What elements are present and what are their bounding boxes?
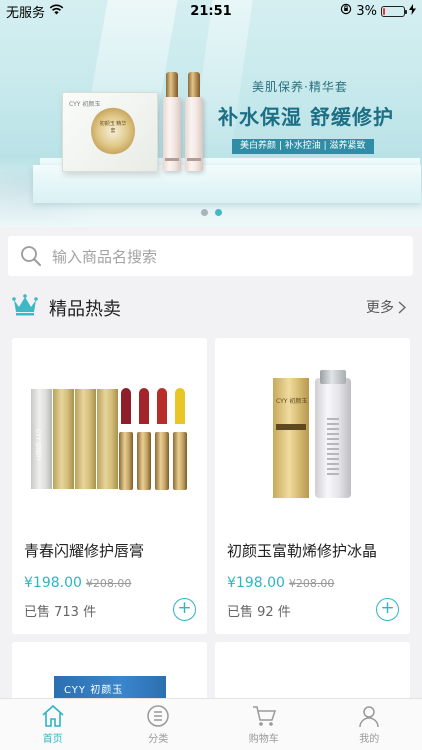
product-card[interactable]: CYY 初颜玉 初颜玉富勒烯修护冰晶 ¥198.00 ¥208.00 已售 92… [215,338,410,634]
lipstick-box [53,389,74,489]
pagination-dot[interactable] [200,209,208,216]
search-icon [21,246,41,266]
tab-label: 分类 [148,734,169,745]
tab-profile[interactable]: 我的 [317,699,422,750]
product-image[interactable]: CYY 初颜玉 [215,338,410,528]
original-price: ¥208.00 [85,577,132,590]
banner-title: 补水保湿 舒缓修护 [218,105,394,129]
serum-bottle [163,97,181,171]
lipstick-box: CYY 初颜玉 [31,389,52,489]
banner-pagination[interactable] [0,209,422,216]
tab-category[interactable]: 分类 [106,699,212,750]
current-price: ¥198.00 [24,575,82,591]
search-input[interactable]: 输入商品名搜索 [52,246,157,267]
status-right: 3% [340,3,416,19]
tab-cart[interactable]: 购物车 [211,699,317,750]
bottom-tab-bar: 首页 分类 购物车 我的 [0,698,422,750]
current-price: ¥198.00 [227,575,285,591]
banner-gift-box: CYY 初颜玉 初颜玉 精华套 [62,92,158,172]
lipstick [137,388,151,490]
home-icon [42,704,64,727]
tab-label: 我的 [359,734,380,745]
battery-percent: 3% [356,3,377,19]
battery-fill [383,7,385,15]
tab-label: 购物车 [248,734,279,745]
bottle-cap [166,72,178,98]
product-name[interactable]: 青春闪耀修护唇膏 [24,540,144,561]
lipstick [119,388,133,490]
product-image[interactable]: CYY 初颜玉 [12,338,207,528]
tab-label: 首页 [42,734,63,745]
charging-icon [409,3,416,19]
product-price: ¥198.00 ¥208.00 [227,575,334,591]
section-header: 精品热卖 更多 [0,284,422,328]
product-price: ¥198.00 ¥208.00 [24,575,131,591]
battery-icon [381,5,407,17]
orientation-lock-icon [340,3,352,19]
add-to-cart-button[interactable]: + [173,598,196,621]
banner-subtitle: 美肌保养·精华套 [252,80,348,94]
status-bar: 无服务 21:51 3% [0,0,422,22]
serum-box-brand: CYY 初颜玉 [276,398,308,405]
lipstick-box [75,389,96,489]
serum-box: CYY 初颜玉 [273,378,309,498]
product-name[interactable]: 初颜玉富勒烯修护冰晶 [227,540,377,561]
profile-icon [359,706,379,728]
lipstick [173,388,187,490]
product-box: CYY 初颜玉 [54,676,166,700]
original-price: ¥208.00 [288,577,335,590]
section-title: 精品热卖 [49,299,121,320]
serum-bottle [185,97,203,171]
add-to-cart-button[interactable]: + [376,598,399,621]
product-box-brand: CYY 初颜玉 [64,685,124,696]
search-bar[interactable]: 输入商品名搜索 [8,236,413,276]
product-card[interactable]: CYY 初颜玉 青春闪耀修护唇膏 ¥198.00 ¥208.00 已售 713 … [12,338,207,634]
more-label: 更多 [366,300,394,316]
more-link[interactable]: 更多 [366,297,406,317]
promo-banner[interactable]: CYY 初颜玉 初颜玉 精华套 美肌保养·精华套 补水保湿 舒缓修护 美白养颜 … [0,0,422,227]
lipstick-box [97,389,118,489]
sold-count: 已售 92 件 [227,605,291,620]
bottle-cap [188,72,200,98]
chevron-right-icon [398,300,406,314]
banner-tagline: 美白养颜 | 补水控油 | 滋养紧致 [232,139,374,154]
category-icon [147,705,169,727]
crown-icon [12,294,38,316]
serum-bottle [315,370,351,498]
tab-home[interactable]: 首页 [0,699,106,750]
cart-icon [252,706,276,726]
gift-box-brand: CYY 初颜玉 [69,101,101,108]
gift-box-seal-text: 初颜玉 精华套 [99,121,127,134]
lipstick-box-brand: CYY 初颜玉 [34,429,41,461]
pagination-dot-active[interactable] [214,209,222,216]
sold-count: 已售 713 件 [24,605,97,620]
lipstick [155,388,169,490]
